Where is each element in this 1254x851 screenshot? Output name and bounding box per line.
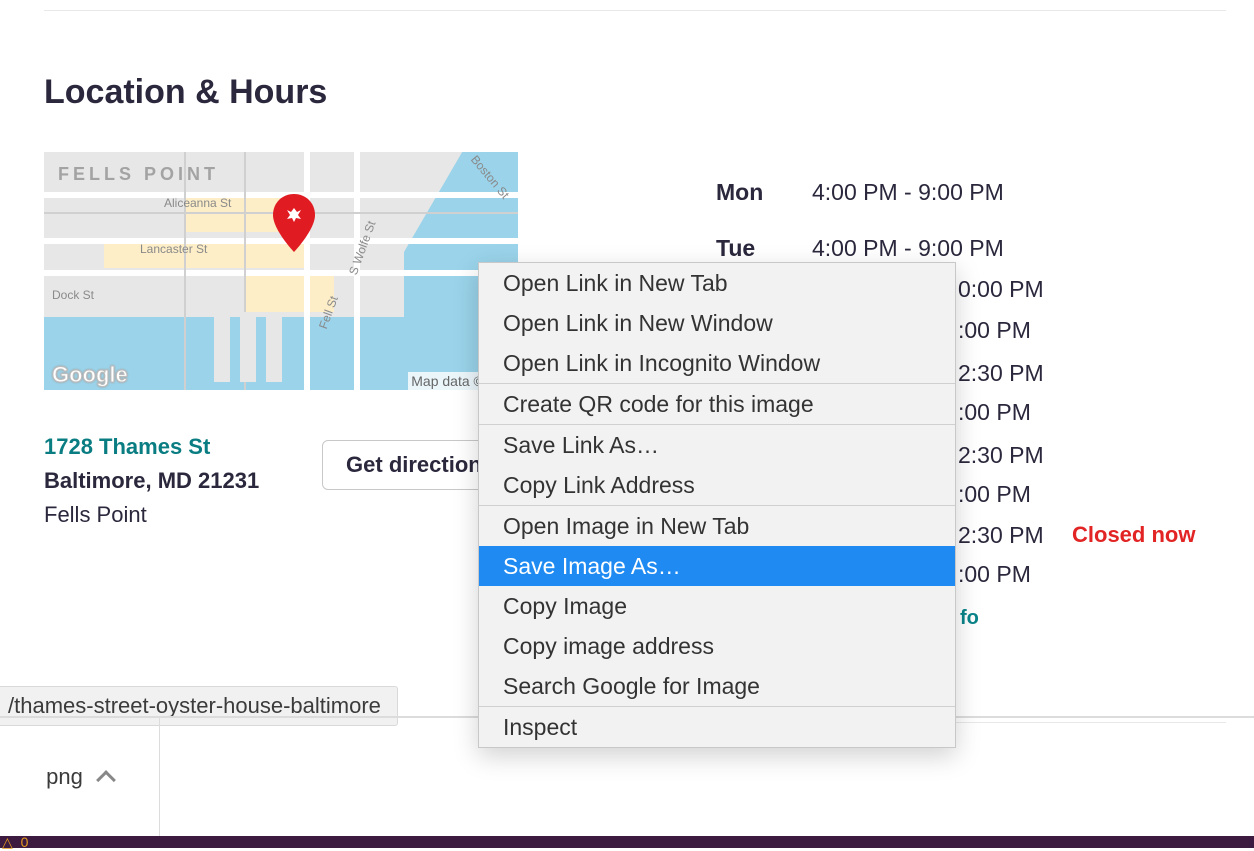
map-block (244, 272, 334, 312)
triangle-icon: △ 0 (2, 834, 30, 851)
ctx-copy-image[interactable]: Copy Image (479, 586, 955, 626)
hours-fragment: 2:30 PM (958, 442, 1044, 469)
download-entry[interactable]: png (0, 718, 160, 836)
section-title: Location & Hours (44, 73, 327, 112)
hours-fragment: 2:30 PM (958, 522, 1044, 549)
ctx-open-link-incognito[interactable]: Open Link in Incognito Window (479, 343, 955, 383)
hours-fragment: 0:00 PM (958, 276, 1044, 303)
address-street-link[interactable]: 1728 Thames St (44, 430, 259, 464)
pier (240, 312, 256, 382)
chevron-up-icon (96, 770, 116, 790)
map-area-label: FELLS POINT (58, 164, 219, 185)
ctx-inspect[interactable]: Inspect (479, 707, 955, 747)
street-label-aliceanna: Aliceanna St (164, 196, 231, 210)
context-menu: Open Link in New Tab Open Link in New Wi… (478, 262, 956, 748)
bottom-bar: △ 0 (0, 836, 1254, 848)
ctx-copy-image-address[interactable]: Copy image address (479, 626, 955, 666)
street-label-dock: Dock St (52, 288, 94, 302)
street-label-lancaster: Lancaster St (140, 242, 207, 256)
road (44, 270, 518, 276)
status-badge: Closed now (1072, 522, 1195, 548)
map-marker-icon (270, 194, 318, 252)
ctx-create-qr[interactable]: Create QR code for this image (479, 384, 955, 424)
pier (214, 312, 230, 382)
hours-row-mon: Mon 4:00 PM - 9:00 PM (716, 164, 1052, 220)
pier (266, 312, 282, 382)
hours-fragment: :00 PM (958, 561, 1031, 588)
address-block: 1728 Thames St Baltimore, MD 21231 Fells… (44, 430, 259, 532)
road-minor (184, 152, 186, 390)
road (304, 152, 310, 390)
address-citystate: Baltimore, MD 21231 (44, 464, 259, 498)
google-logo: Google (52, 362, 128, 388)
ctx-open-link-new-tab[interactable]: Open Link in New Tab (479, 263, 955, 303)
ctx-copy-link-address[interactable]: Copy Link Address (479, 465, 955, 505)
ctx-save-image-as[interactable]: Save Image As… (479, 546, 955, 586)
street-label-swolfe: S Wolfe St (346, 219, 378, 277)
top-divider (44, 10, 1226, 11)
hours-day: Mon (716, 179, 812, 206)
address-neighborhood: Fells Point (44, 498, 259, 532)
location-map[interactable]: FELLS POINT Aliceanna St Lancaster St Do… (44, 152, 518, 390)
hours-fragment: :00 PM (958, 481, 1031, 508)
hours-time: 4:00 PM - 9:00 PM (812, 235, 1052, 262)
hours-time: 4:00 PM - 9:00 PM (812, 179, 1052, 206)
download-filename-fragment: png (46, 764, 83, 790)
ctx-open-link-new-window[interactable]: Open Link in New Window (479, 303, 955, 343)
ctx-open-image-new-tab[interactable]: Open Image in New Tab (479, 506, 955, 546)
hours-fragment: :00 PM (958, 399, 1031, 426)
hours-fragment: :00 PM (958, 317, 1031, 344)
ctx-search-google-image[interactable]: Search Google for Image (479, 666, 955, 706)
hours-day: Tue (716, 235, 812, 262)
edit-link-fragment[interactable]: fo (960, 607, 979, 630)
ctx-save-link-as[interactable]: Save Link As… (479, 425, 955, 465)
get-directions-label: Get directions (346, 452, 494, 478)
hours-fragment: 2:30 PM (958, 360, 1044, 387)
